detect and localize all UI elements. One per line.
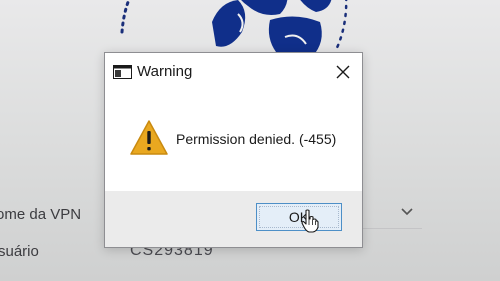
dialog-footer: OK [105, 191, 362, 247]
warning-dialog: Warning Permission denied. (-455) OK [104, 52, 363, 248]
ok-button[interactable]: OK [256, 203, 342, 231]
vpn-name-label: ome da VPN [0, 206, 82, 223]
hand-pointer-cursor [301, 209, 319, 233]
close-icon [336, 65, 350, 79]
dialog-message: Permission denied. (-455) [176, 131, 337, 147]
dialog-body: Permission denied. (-455) [105, 91, 362, 191]
dialog-title: Warning [137, 63, 193, 80]
user-label: suário [0, 243, 39, 260]
window-app-icon [113, 65, 132, 79]
close-button[interactable] [328, 57, 358, 87]
warning-triangle-icon [130, 120, 168, 155]
chevron-down-icon [401, 208, 413, 216]
dialog-titlebar[interactable]: Warning [105, 53, 362, 91]
